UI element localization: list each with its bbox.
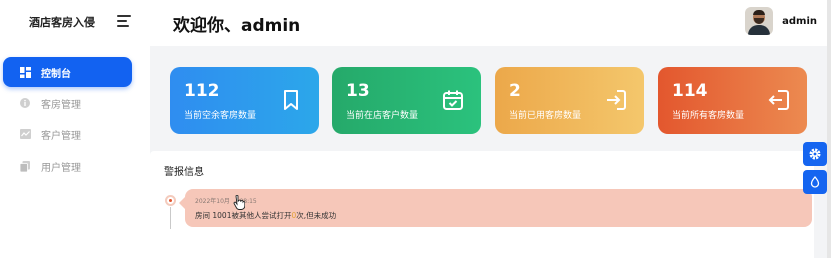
timeline-dot xyxy=(165,195,176,206)
sidebar-item-customers[interactable]: 客户管理 xyxy=(3,119,132,149)
stat-card-guests: 13 当前在店客户数量 xyxy=(332,67,481,134)
user-menu[interactable]: admin xyxy=(745,7,817,35)
sidebar-item-users[interactable]: 用户管理 xyxy=(3,151,132,181)
stat-label: 当前空余客房数量 xyxy=(184,111,257,121)
sidebar-item-label: 用户管理 xyxy=(41,162,81,174)
chart-icon xyxy=(19,128,31,140)
menu-toggle-icon[interactable] xyxy=(117,15,131,27)
top-header: 欢迎你、admin admin xyxy=(150,0,831,46)
hand-cursor-icon xyxy=(233,195,245,210)
dashboard-icon xyxy=(19,66,31,78)
sidebar-item-label: 客房管理 xyxy=(41,99,81,111)
scrollbar[interactable] xyxy=(827,0,831,258)
page-title: 欢迎你、admin xyxy=(173,16,301,36)
info-icon xyxy=(19,97,31,109)
sidebar-item-dashboard[interactable]: 控制台 xyxy=(3,57,132,87)
calendar-check-icon xyxy=(443,90,463,110)
settings-button[interactable] xyxy=(803,142,827,166)
sidebar-item-label: 客户管理 xyxy=(41,130,81,142)
stat-value: 112 xyxy=(184,81,220,101)
bookmark-icon xyxy=(284,90,298,110)
stat-card-used-rooms: 2 当前已用客房数量 xyxy=(495,67,644,134)
copy-icon xyxy=(19,160,31,172)
stat-label: 当前所有客房数量 xyxy=(672,111,745,121)
theme-button[interactable] xyxy=(803,170,827,194)
login-icon xyxy=(607,90,626,110)
alert-time: 2022年10月 08:15 xyxy=(195,198,257,205)
alert-message: 房间 1001被其他人尝试打开0次,但未成功 xyxy=(195,211,337,220)
stat-label: 当前已用客房数量 xyxy=(509,111,582,121)
sidebar-item-label: 控制台 xyxy=(41,68,71,80)
sidebar-item-rooms[interactable]: 客房管理 xyxy=(3,88,132,118)
timeline-line xyxy=(170,207,171,229)
alerts-panel: 警报信息 2022年10月 08:15 房间 1001被其他人尝试打开0次,但未… xyxy=(150,151,814,258)
sidebar: 酒店客房入侵 控制台 客房管理 客户管理 用户管理 xyxy=(0,0,150,258)
droplet-icon xyxy=(810,176,820,188)
alert-item[interactable]: 2022年10月 08:15 房间 1001被其他人尝试打开0次,但未成功 xyxy=(179,189,812,227)
stat-value: 13 xyxy=(346,81,370,101)
logout-icon xyxy=(768,90,789,110)
brand-title: 酒店客房入侵 xyxy=(29,16,95,29)
avatar[interactable] xyxy=(745,7,774,35)
stat-label: 当前在店客户数量 xyxy=(346,111,419,121)
stat-card-free-rooms: 112 当前空余客房数量 xyxy=(170,67,319,134)
stat-value: 2 xyxy=(509,81,521,101)
stat-value: 114 xyxy=(672,81,708,101)
gear-icon xyxy=(809,148,821,160)
panel-title: 警报信息 xyxy=(164,167,204,178)
stat-card-all-rooms: 114 当前所有客房数量 xyxy=(658,67,807,134)
username[interactable]: admin xyxy=(782,16,817,27)
